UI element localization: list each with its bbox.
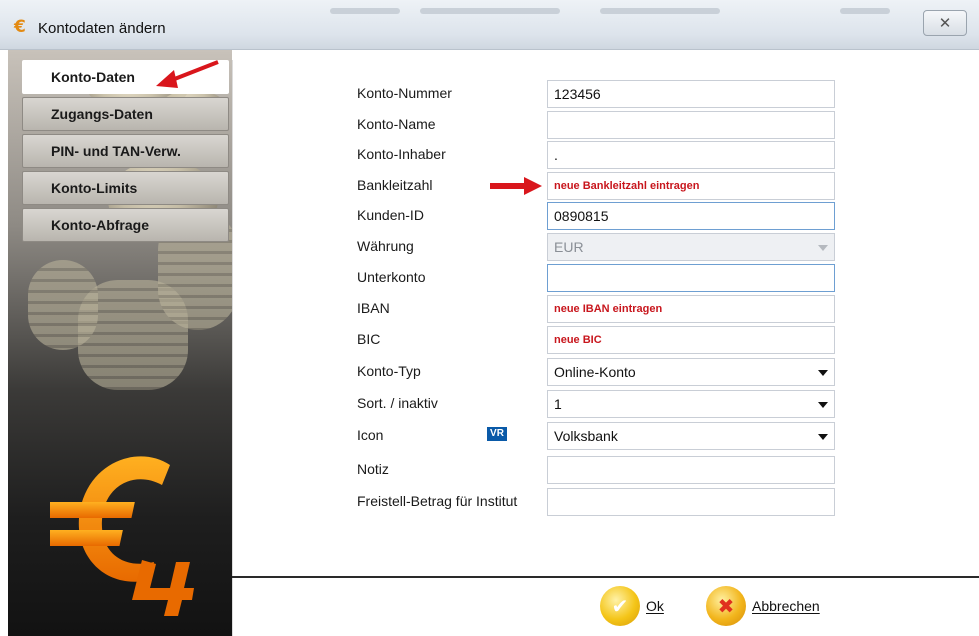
row-bankleitzahl: Bankleitzahl neue Bankleitzahl eintragen [357,172,837,200]
label-waehrung: Währung [357,238,414,254]
annotation-arrow-icon [490,177,542,195]
label-konto-typ: Konto-Typ [357,363,421,379]
app-euro-icon: € [14,17,26,37]
chevron-down-icon [818,370,828,376]
label-konto-nummer: Konto-Nummer [357,85,452,101]
row-konto-typ: Konto-Typ Online-Konto [357,358,837,386]
label-konto-inhaber: Konto-Inhaber [357,146,446,162]
iban-field[interactable]: neue IBAN eintragen [547,295,835,323]
close-button[interactable]: ✕ [923,10,967,36]
blurred-background [600,8,720,14]
volksbank-logo-icon: VR [487,427,507,441]
label-unterkonto: Unterkonto [357,269,426,285]
chevron-down-icon [818,434,828,440]
title-bar: € Kontodaten ändern ✕ [0,0,979,50]
konto-inhaber-field[interactable]: . [547,141,835,169]
x-circle-icon: ✖ [706,586,746,626]
window-title: Kontodaten ändern [38,20,166,37]
row-kunden-id: Kunden-ID 0890815 [357,202,837,230]
row-iban: IBAN neue IBAN eintragen [357,295,837,323]
label-konto-name: Konto-Name [357,116,436,132]
row-unterkonto: Unterkonto [357,264,837,292]
coin-stack-image [28,260,98,350]
label-kunden-id: Kunden-ID [357,207,424,223]
row-konto-name: Konto-Name [357,111,837,139]
tab-zugangs-daten[interactable]: Zugangs-Daten [22,97,229,131]
unterkonto-field[interactable] [547,264,835,292]
label-bic: BIC [357,331,381,347]
blurred-background [420,8,560,14]
konto-nummer-field[interactable]: 123456 [547,80,835,108]
konto-typ-select[interactable]: Online-Konto [547,358,835,386]
row-bic: BIC neue BIC [357,326,837,354]
label-notiz: Notiz [357,461,389,477]
label-bankleitzahl: Bankleitzahl [357,177,433,193]
kunden-id-field[interactable]: 0890815 [547,202,835,230]
label-freistell: Freistell-Betrag für Institut [357,493,518,509]
form-panel: Konto-Nummer 123456 Konto-Name Konto-Inh… [232,60,979,636]
sort-inaktiv-select[interactable]: 1 [547,390,835,418]
cancel-label: Abbrechen [752,598,820,614]
tab-konto-abfrage[interactable]: Konto-Abfrage [22,208,229,242]
label-icon: Icon [357,427,384,443]
waehrung-select[interactable]: EUR [547,233,835,261]
check-circle-icon: ✔ [600,586,640,626]
blurred-background [330,8,400,14]
icon-value: Volksbank [554,428,618,444]
blurred-background [840,8,890,14]
row-sort-inaktiv: Sort. / inaktiv 1 [357,390,837,418]
sort-inaktiv-value: 1 [554,396,562,412]
ok-label: Ok [646,598,664,614]
label-sort-inaktiv: Sort. / inaktiv [357,395,438,411]
row-konto-nummer: Konto-Nummer 123456 [357,80,837,108]
row-konto-inhaber: Konto-Inhaber . [357,141,837,169]
waehrung-value: EUR [554,239,584,255]
annotation-arrow-icon [156,60,219,88]
row-notiz: Notiz [357,456,837,484]
notiz-field[interactable] [547,456,835,484]
bankleitzahl-field[interactable]: neue Bankleitzahl eintragen [547,172,835,200]
footer-divider [232,576,979,578]
row-freistell: Freistell-Betrag für Institut [357,488,837,516]
tab-pin-tan[interactable]: PIN- und TAN-Verw. [22,134,229,168]
chevron-down-icon [818,245,828,251]
freistell-field[interactable] [547,488,835,516]
cancel-button[interactable]: ✖ Abbrechen [706,583,820,629]
bic-field[interactable]: neue BIC [547,326,835,354]
icon-select[interactable]: Volksbank [547,422,835,450]
euro-logo-icon [50,456,194,616]
row-icon: Icon VR Volksbank [357,422,837,450]
label-iban: IBAN [357,300,390,316]
row-waehrung: Währung EUR [357,233,837,261]
konto-name-field[interactable] [547,111,835,139]
chevron-down-icon [818,402,828,408]
konto-typ-value: Online-Konto [554,364,636,380]
tab-konto-limits[interactable]: Konto-Limits [22,171,229,205]
ok-button[interactable]: ✔ Ok [600,583,664,629]
